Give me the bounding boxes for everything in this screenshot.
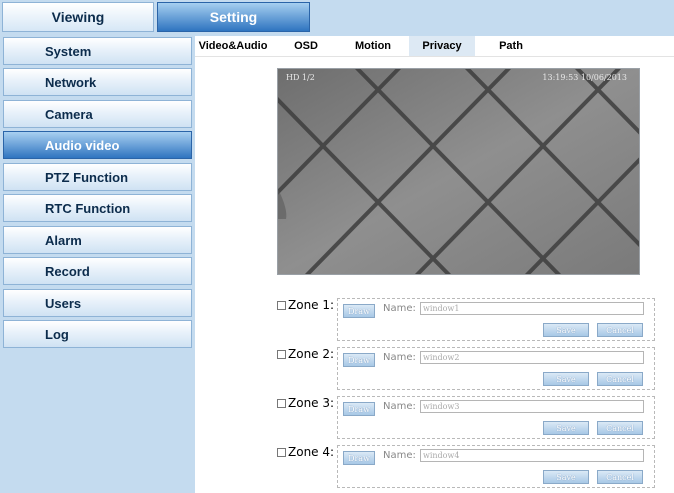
- subtab-label: OSD: [294, 40, 318, 52]
- main-panel: Video&Audio OSD Motion Privacy Path HD 1…: [195, 36, 674, 493]
- zone-3-name-input[interactable]: window3: [420, 400, 644, 413]
- subtab-label: Privacy: [422, 40, 462, 52]
- subtab-video-audio[interactable]: Video&Audio: [195, 36, 271, 56]
- zone-3-checkbox[interactable]: [277, 399, 286, 408]
- sidebar-item-rtc-function[interactable]: RTC Function: [3, 194, 192, 222]
- zone-1-draw-button[interactable]: Draw: [343, 304, 375, 318]
- zone-2-label: Zone 2:: [288, 347, 335, 361]
- zone-2-draw-button[interactable]: Draw: [343, 353, 375, 367]
- sidebar-item-ptz-function[interactable]: PTZ Function: [3, 163, 192, 191]
- zone-1-label: Zone 1:: [288, 298, 335, 312]
- tab-viewing[interactable]: Viewing: [2, 2, 154, 32]
- sidebar-item-users[interactable]: Users: [3, 289, 192, 317]
- zone-2: Zone 2: Draw Name: window2 Save Cancel: [277, 347, 657, 393]
- sidebar-item-label: Users: [45, 295, 82, 311]
- video-osd-left: HD 1/2: [286, 73, 315, 82]
- zone-1-name-label: Name:: [383, 303, 416, 314]
- sidebar-item-network[interactable]: Network: [3, 68, 192, 96]
- subtab-path[interactable]: Path: [477, 36, 545, 56]
- subtab-label: Motion: [354, 40, 392, 52]
- zone-2-panel: Draw Name: window2 Save Cancel: [337, 347, 655, 390]
- tab-setting[interactable]: Setting: [157, 2, 310, 32]
- sidebar-item-log[interactable]: Log: [3, 320, 192, 348]
- sidebar-item-alarm[interactable]: Alarm: [3, 226, 192, 254]
- subtab-motion[interactable]: Motion: [341, 36, 405, 56]
- zone-3-panel: Draw Name: window3 Save Cancel: [337, 396, 655, 439]
- sidebar-item-label: Record: [45, 263, 90, 279]
- subtab-osd[interactable]: OSD: [275, 36, 337, 56]
- zone-2-cancel-button[interactable]: Cancel: [597, 372, 643, 386]
- subtab-label: Path: [499, 40, 523, 52]
- sidebar-item-label: Audio video: [45, 137, 120, 153]
- zone-1-save-button[interactable]: Save: [543, 323, 589, 337]
- zone-3-draw-button[interactable]: Draw: [343, 402, 375, 416]
- zone-2-save-button[interactable]: Save: [543, 372, 589, 386]
- subtab-bar: Video&Audio OSD Motion Privacy Path: [195, 36, 674, 57]
- sidebar-item-label: PTZ Function: [45, 169, 129, 185]
- sidebar-item-record[interactable]: Record: [3, 257, 192, 285]
- subtab-privacy[interactable]: Privacy: [409, 36, 475, 56]
- zone-1-name-input[interactable]: window1: [420, 302, 644, 315]
- sidebar-item-system[interactable]: System: [3, 37, 192, 65]
- zone-2-checkbox[interactable]: [277, 350, 286, 359]
- zone-1: Zone 1: Draw Name: window1 Save Cancel: [277, 298, 657, 344]
- video-frame-image: [278, 69, 639, 274]
- zone-3-label: Zone 3:: [288, 396, 335, 410]
- zone-1-checkbox[interactable]: [277, 301, 286, 310]
- zone-4-name-input[interactable]: window4: [420, 449, 644, 462]
- zone-4-name-label: Name:: [383, 450, 416, 461]
- sidebar-item-label: RTC Function: [45, 200, 131, 216]
- video-osd-timestamp: 13:19:53 10/06/2013: [542, 73, 627, 82]
- sidebar-item-label: Camera: [45, 106, 93, 122]
- video-preview[interactable]: HD 1/2 13:19:53 10/06/2013: [277, 68, 640, 275]
- sidebar-item-label: System: [45, 43, 92, 59]
- zone-2-name-label: Name:: [383, 352, 416, 363]
- sidebar-item-camera[interactable]: Camera: [3, 100, 192, 128]
- zone-1-panel: Draw Name: window1 Save Cancel: [337, 298, 655, 341]
- zone-4-checkbox[interactable]: [277, 448, 286, 457]
- zone-4-panel: Draw Name: window4 Save Cancel: [337, 445, 655, 488]
- zone-1-cancel-button[interactable]: Cancel: [597, 323, 643, 337]
- zone-3-save-button[interactable]: Save: [543, 421, 589, 435]
- zone-3: Zone 3: Draw Name: window3 Save Cancel: [277, 396, 657, 442]
- sidebar-item-label: Log: [45, 326, 69, 342]
- subtab-label: Video&Audio: [198, 40, 268, 52]
- sidebar-item-label: Network: [45, 74, 97, 90]
- zone-4-save-button[interactable]: Save: [543, 470, 589, 484]
- zone-4-cancel-button[interactable]: Cancel: [597, 470, 643, 484]
- zone-4-label: Zone 4:: [288, 445, 335, 459]
- zone-4-draw-button[interactable]: Draw: [343, 451, 375, 465]
- sidebar-item-label: Alarm: [45, 232, 82, 248]
- zone-4: Zone 4: Draw Name: window4 Save Cancel: [277, 445, 657, 491]
- tab-viewing-label: Viewing: [51, 9, 105, 25]
- tab-setting-label: Setting: [209, 9, 258, 25]
- sidebar-item-audio-video[interactable]: Audio video: [3, 131, 192, 159]
- zone-3-name-label: Name:: [383, 401, 416, 412]
- zone-3-cancel-button[interactable]: Cancel: [597, 421, 643, 435]
- zone-2-name-input[interactable]: window2: [420, 351, 644, 364]
